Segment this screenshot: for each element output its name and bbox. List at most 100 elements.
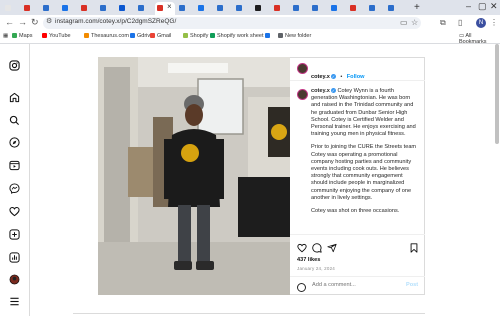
tab-favicon-icon (312, 5, 318, 11)
post-comment-button[interactable]: Post (406, 282, 418, 288)
close-tab-icon[interactable]: × (167, 2, 172, 11)
browser-tab[interactable] (272, 3, 285, 13)
bookmark-item[interactable]: Shopify work sheet (210, 33, 263, 39)
more-menu-icon[interactable] (9, 294, 20, 306)
apps-icon[interactable]: ▦ (3, 33, 8, 39)
bookmark-item[interactable]: Thesaurus.com (84, 33, 129, 39)
forward-icon[interactable]: → (18, 17, 27, 27)
tab-favicon-icon (138, 5, 144, 11)
bookmarks-bar: ▦ ▭ All Bookmarks Maps YouTube Thesaurus.c… (0, 31, 500, 45)
bookmark-favicon-icon (210, 33, 215, 38)
home-icon[interactable] (9, 90, 20, 103)
like-heart-icon[interactable] (297, 240, 307, 253)
browser-tab[interactable] (177, 3, 190, 13)
likes-count[interactable]: 437 likes (297, 257, 320, 263)
browser-tab[interactable] (348, 3, 361, 13)
browser-tab[interactable] (291, 3, 304, 13)
browser-tab[interactable] (253, 3, 266, 13)
new-tab-button[interactable]: + (414, 2, 420, 13)
bookmark-label: Shopify (190, 33, 209, 39)
follow-button[interactable]: Follow (347, 74, 365, 80)
browser-tab[interactable] (22, 3, 35, 13)
bookmark-favicon-icon (12, 33, 17, 38)
comment-icon[interactable] (312, 240, 322, 253)
tab-favicon-icon (217, 5, 223, 11)
save-bookmark-icon[interactable] (409, 240, 419, 253)
search-icon[interactable] (9, 113, 20, 126)
bookmark-item[interactable] (265, 33, 272, 39)
comment-input[interactable]: Add a comment... (312, 282, 356, 288)
browser-tab[interactable] (310, 3, 323, 13)
screen-cast-icon[interactable]: ▭ (400, 18, 408, 27)
close-window-icon[interactable]: ✕ (490, 1, 498, 12)
back-icon[interactable]: ← (5, 17, 14, 27)
browser-tab[interactable] (386, 3, 399, 13)
bookmark-item[interactable]: Shopify (183, 33, 208, 39)
tab-favicon-icon (350, 5, 356, 11)
browser-tab[interactable] (196, 3, 209, 13)
bookmark-label: New folder (285, 33, 312, 39)
notifications-heart-icon[interactable] (9, 204, 20, 217)
dashboard-icon[interactable] (9, 250, 20, 263)
bookmark-label: Gmail (157, 33, 172, 39)
browser-tab-active[interactable]: × (155, 2, 175, 15)
author-username[interactable]: cotey.x (311, 74, 330, 80)
extensions-icon[interactable]: ⧉ (440, 18, 446, 28)
page-scrollbar[interactable] (495, 44, 499, 144)
all-bookmarks-button[interactable]: ▭ All Bookmarks (459, 33, 500, 45)
minimize-icon[interactable]: – (466, 1, 471, 11)
browser-tab[interactable] (60, 3, 73, 13)
instagram-logo-icon[interactable] (9, 58, 20, 71)
separator-dot: • (340, 74, 343, 80)
reels-icon[interactable] (9, 158, 20, 171)
browser-tab[interactable] (367, 3, 380, 13)
maximize-icon[interactable]: ▢ (478, 1, 487, 12)
author-avatar[interactable] (297, 63, 308, 74)
caption-text: Cotey Wynn is a fourth generation Washin… (311, 88, 416, 138)
profile-avatar[interactable]: N (476, 18, 486, 28)
address-bar[interactable]: ⚙ instagram.com/cotey.x/p/C2dgmSZReQG/ (43, 17, 421, 29)
share-icon[interactable] (327, 240, 337, 253)
bookmark-item[interactable]: New folder (278, 33, 311, 39)
create-icon[interactable] (9, 227, 20, 240)
caption-username[interactable]: cotey.x (311, 88, 330, 94)
tab-favicon-icon (62, 5, 68, 11)
messenger-icon[interactable] (9, 181, 20, 194)
post-date[interactable]: January 24, 2024 (297, 266, 335, 271)
reload-icon[interactable]: ↻ (31, 17, 39, 28)
caption-avatar[interactable] (297, 89, 308, 100)
site-info-icon[interactable]: ⚙ (46, 17, 52, 25)
profile-avatar-icon[interactable] (9, 272, 20, 285)
menu-icon[interactable]: ⋮ (490, 18, 498, 27)
divider (73, 313, 425, 314)
post-photo[interactable] (98, 57, 290, 295)
browser-tab[interactable] (234, 3, 247, 13)
bookmark-item[interactable]: Gmail (150, 33, 171, 39)
browser-tab[interactable] (215, 3, 228, 13)
explore-icon[interactable] (9, 135, 20, 148)
tab-favicon-icon (331, 5, 337, 11)
bookmark-favicon-icon (278, 33, 283, 38)
bookmark-favicon-icon (183, 33, 188, 38)
tab-favicon-icon (198, 5, 204, 11)
bookmark-favicon-icon (42, 33, 47, 38)
bookmark-item[interactable]: YouTube (42, 33, 71, 39)
browser-tab[interactable] (3, 3, 16, 13)
post-details-panel: cotey.x ✓ • Follow cotey.x ✓ Cotey Wynn is… (290, 57, 425, 295)
browser-tab[interactable] (136, 3, 149, 13)
emoji-icon[interactable] (297, 283, 306, 292)
verified-badge-icon: ✓ (330, 88, 336, 93)
browser-tab[interactable] (117, 3, 130, 13)
tab-favicon-icon (388, 5, 394, 11)
sidebar-icon[interactable]: ▯ (458, 18, 462, 27)
browser-tab[interactable] (41, 3, 54, 13)
caption-paragraph: Cotey was shot on three occasions. (311, 208, 400, 215)
bookmark-favicon-icon (84, 33, 89, 38)
browser-tab[interactable] (329, 3, 342, 13)
tab-favicon-icon (255, 5, 261, 11)
bookmark-label: Maps (19, 33, 33, 39)
browser-tab[interactable] (79, 3, 92, 13)
bookmark-item[interactable]: Maps (12, 33, 32, 39)
bookmark-star-icon[interactable]: ☆ (411, 18, 418, 27)
browser-tab[interactable] (98, 3, 111, 13)
